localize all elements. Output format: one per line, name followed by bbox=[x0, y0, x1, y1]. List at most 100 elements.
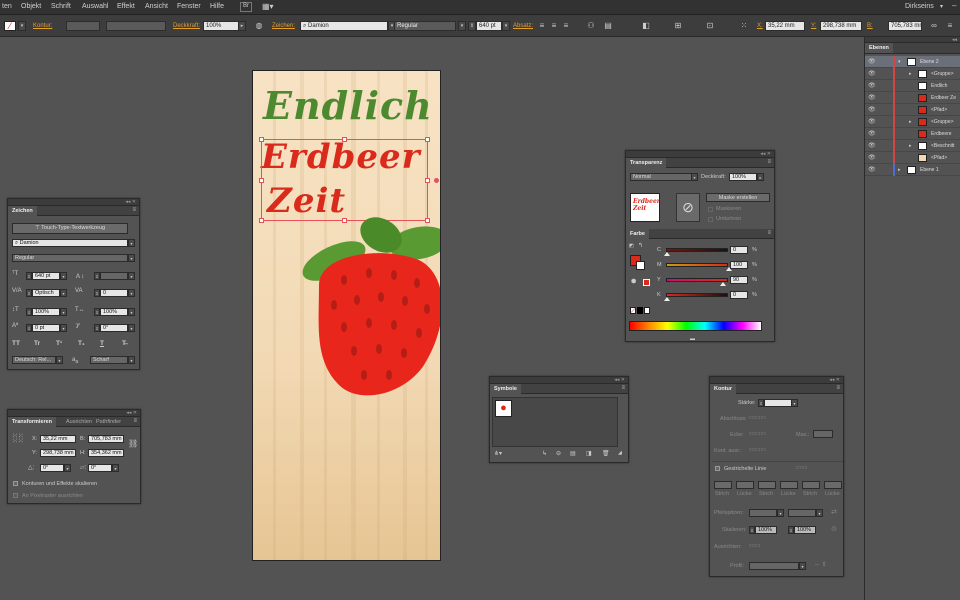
selection-handle[interactable] bbox=[425, 178, 430, 183]
tab-symbole[interactable]: Symbole bbox=[490, 384, 521, 394]
layer-row[interactable]: 👁 Endlich bbox=[865, 80, 960, 92]
cap-buttons-icon[interactable]: ▭▭▭ bbox=[749, 414, 766, 421]
visibility-eye-icon[interactable]: 👁 bbox=[868, 106, 876, 113]
channel-slider-handle[interactable] bbox=[719, 282, 726, 286]
font-style-input[interactable]: Regular bbox=[12, 254, 128, 262]
height-input[interactable]: 354,362 mm bbox=[88, 449, 124, 457]
kerning-input[interactable]: Optisch bbox=[32, 289, 60, 297]
font-family-input[interactable]: ⌕ Damion bbox=[12, 239, 128, 247]
scale-strokes-checkbox[interactable] bbox=[13, 481, 18, 486]
swap-colors-icon[interactable]: ↰ bbox=[638, 242, 643, 249]
strawberry-symbol[interactable]: ● bbox=[495, 400, 512, 417]
distribute-icon[interactable]: ⊞ bbox=[672, 21, 684, 31]
swap-arrowheads-icon[interactable]: ⇄ bbox=[831, 508, 837, 516]
channel-input-c[interactable]: 0 bbox=[730, 246, 748, 254]
arrowhead-end-select[interactable] bbox=[788, 509, 816, 517]
align-left-icon[interactable]: ≡ bbox=[536, 21, 548, 31]
selection-handle[interactable] bbox=[259, 137, 264, 142]
dash-2-input[interactable] bbox=[758, 481, 776, 489]
vertical-scale-input[interactable]: 100% bbox=[32, 308, 60, 316]
zeichen-label[interactable]: Zeichen: bbox=[272, 23, 295, 29]
selection-handle[interactable] bbox=[259, 218, 264, 223]
layer-row[interactable]: 👁 Erdbeere bbox=[865, 128, 960, 140]
tab-farbe[interactable]: Farbe bbox=[626, 229, 649, 239]
font-style-dropdown-icon[interactable]: ▾ bbox=[458, 21, 466, 31]
arrowhead-end-dropdown-icon[interactable]: ▾ bbox=[816, 509, 823, 517]
visibility-eye-icon[interactable]: 👁 bbox=[868, 58, 876, 65]
baseline-input[interactable]: 0 pt bbox=[32, 324, 60, 332]
kontur-label[interactable]: Kontur: bbox=[33, 23, 52, 29]
horizontal-scale-input[interactable]: 100% bbox=[100, 308, 128, 316]
text-selection-box[interactable] bbox=[259, 137, 439, 223]
gamut-color-swatch[interactable] bbox=[643, 279, 650, 286]
blend-mode-dropdown-icon[interactable]: ▾ bbox=[691, 173, 698, 181]
expand-triangle-icon[interactable]: ▸ bbox=[909, 143, 912, 149]
stroke-color-swatch[interactable] bbox=[636, 261, 645, 270]
channel-slider-y[interactable] bbox=[666, 278, 728, 282]
selection-handle[interactable] bbox=[259, 178, 264, 183]
panel-resize-grip[interactable]: ◢ bbox=[618, 450, 622, 456]
opacity-arrow-icon[interactable]: ▸ bbox=[757, 173, 764, 181]
channel-slider-k[interactable] bbox=[666, 293, 728, 297]
bridge-icon[interactable]: Br bbox=[240, 2, 252, 12]
y-input[interactable]: 298,738 mm bbox=[40, 449, 76, 457]
expand-triangle-icon[interactable]: ▸ bbox=[909, 71, 912, 77]
artboard[interactable]: Endlich Erdbeer Zeit bbox=[252, 70, 441, 561]
panel-grip[interactable]: ◂◂ ✕ bbox=[490, 377, 628, 384]
shear-dropdown-icon[interactable]: ▾ bbox=[112, 464, 119, 472]
width-input[interactable]: 705,783 mm bbox=[88, 435, 124, 443]
menu-schrift[interactable]: Schrift bbox=[51, 3, 71, 10]
width-profile-dropdown-icon[interactable]: ▾ bbox=[799, 562, 806, 570]
fill-dropdown-icon[interactable]: ▾ bbox=[18, 21, 26, 31]
fill-none-icon[interactable]: ⁄ bbox=[4, 21, 16, 31]
x-input[interactable]: 35,22 mm bbox=[40, 435, 76, 443]
expand-triangle-icon[interactable]: ▸ bbox=[898, 167, 901, 173]
language-dropdown-icon[interactable]: ▾ bbox=[56, 356, 63, 364]
layer-row[interactable]: 👁 ▸ Ebene 1 bbox=[865, 164, 960, 176]
visibility-eye-icon[interactable]: 👁 bbox=[868, 154, 876, 161]
tab-ebenen[interactable]: Ebenen bbox=[865, 43, 893, 53]
channel-slider-c[interactable] bbox=[666, 248, 728, 252]
stroke-weight-dropdown-icon[interactable]: ▾ bbox=[791, 399, 798, 407]
menu-auswahl[interactable]: Auswahl bbox=[82, 3, 108, 10]
headline-endlich[interactable]: Endlich bbox=[263, 83, 433, 128]
menu-hilfe[interactable]: Hilfe bbox=[210, 3, 224, 10]
hscale-dropdown-icon[interactable]: ▾ bbox=[128, 308, 135, 316]
symbol-libraries-icon[interactable]: ⋔▾ bbox=[494, 450, 502, 457]
gap-2-input[interactable] bbox=[780, 481, 798, 489]
menu-objekt[interactable]: Objekt bbox=[21, 3, 41, 10]
delete-symbol-icon[interactable]: 🗑 bbox=[602, 450, 610, 457]
tab-transparenz[interactable]: Transparenz bbox=[626, 158, 667, 168]
channel-input-y[interactable]: 90 bbox=[730, 276, 748, 284]
layer-row[interactable]: 👁 ▸ <Beschnitt bbox=[865, 140, 960, 152]
visibility-eye-icon[interactable]: 👁 bbox=[868, 94, 876, 101]
strawberry-illustration[interactable] bbox=[299, 215, 441, 401]
blend-mode-select[interactable]: Normal bbox=[630, 173, 692, 181]
panel-menu-icon[interactable]: ≡ bbox=[944, 21, 956, 31]
layer-row[interactable]: 👁 ▾ Ebene 2 bbox=[865, 56, 960, 68]
transform-icon[interactable]: ⊡ bbox=[704, 21, 716, 31]
font-size-dropdown-icon[interactable]: ▾ bbox=[60, 272, 67, 280]
object-thumbnail[interactable]: Erdbeer Zeit bbox=[630, 193, 660, 222]
create-mask-button[interactable]: Maske erstellen bbox=[706, 193, 770, 202]
antialiasing-select[interactable]: Scharf bbox=[90, 356, 128, 364]
layer-row[interactable]: 👁 Erdbeer Ze bbox=[865, 92, 960, 104]
brush-definition-field[interactable] bbox=[106, 21, 166, 31]
panel-grip[interactable]: ◂◂ ✕ bbox=[626, 151, 774, 158]
expand-triangle-icon[interactable]: ▾ bbox=[898, 59, 901, 65]
align-stroke-buttons-icon[interactable]: ▭▭▭ bbox=[749, 446, 766, 453]
tab-ausrichten[interactable]: Ausrichten bbox=[62, 417, 96, 427]
break-link-icon[interactable]: ⊖ bbox=[556, 450, 561, 457]
language-select[interactable]: Deutsch: Rel... bbox=[12, 356, 56, 364]
width-profile-select[interactable] bbox=[749, 562, 799, 570]
panel-menu-icon[interactable]: ≡ bbox=[767, 159, 771, 165]
stroke-weight-field[interactable] bbox=[66, 21, 100, 31]
place-symbol-icon[interactable]: ↳ bbox=[542, 450, 547, 457]
corner-buttons-icon[interactable]: ▭▭▭ bbox=[749, 430, 766, 437]
font-style-dropdown-icon[interactable]: ▾ bbox=[128, 254, 135, 262]
new-symbol-icon[interactable]: ◨ bbox=[586, 450, 592, 457]
white-swatch[interactable] bbox=[644, 307, 650, 314]
small-caps-button[interactable]: Tr bbox=[34, 340, 40, 347]
workspace-dropdown-icon[interactable]: ▾ bbox=[940, 3, 943, 10]
selection-handle[interactable] bbox=[342, 137, 347, 142]
